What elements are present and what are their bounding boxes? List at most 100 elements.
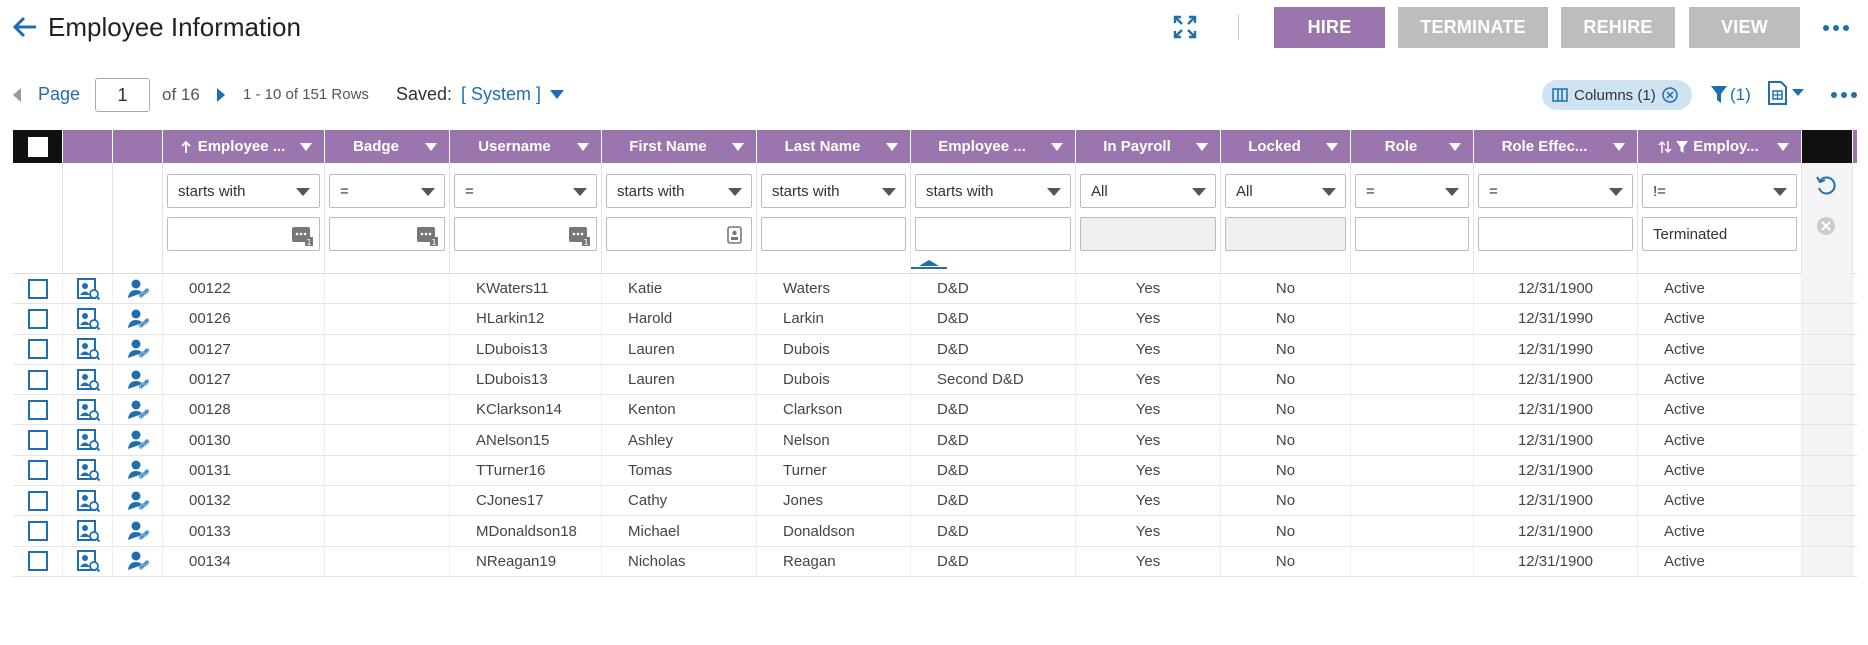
row-checkbox[interactable] xyxy=(27,430,48,451)
next-page-icon[interactable] xyxy=(216,88,226,102)
column-menu-caret-icon[interactable] xyxy=(1051,143,1063,151)
page-number-input[interactable] xyxy=(95,78,150,112)
lookup-list-icon[interactable]: 1 xyxy=(416,224,438,246)
row-checkbox[interactable] xyxy=(27,278,48,299)
column-header-locked[interactable]: Locked xyxy=(1221,130,1351,163)
column-menu-caret-icon[interactable] xyxy=(425,143,437,151)
filter-value-input[interactable]: 1 xyxy=(167,217,320,251)
employee-profile-icon[interactable] xyxy=(76,398,100,422)
filter-operator-select[interactable]: All xyxy=(1225,174,1346,208)
grid-more-options-icon[interactable] xyxy=(1830,88,1858,102)
filter-value-input[interactable] xyxy=(606,217,752,251)
table-row[interactable]: 00134 NReagan19 Nicholas Reagan D&D Yes No 12/3… xyxy=(13,546,1857,577)
columns-chip[interactable]: Columns (1) xyxy=(1542,80,1692,110)
table-row[interactable]: 00127 LDubois13 Lauren Dubois Second D&D Yes N… xyxy=(13,364,1857,396)
row-checkbox[interactable] xyxy=(27,551,48,572)
reset-filters-icon[interactable] xyxy=(1816,175,1836,197)
filter-operator-select[interactable]: starts with xyxy=(915,174,1071,208)
column-menu-caret-icon[interactable] xyxy=(886,143,898,151)
filter-operator-select[interactable]: != xyxy=(1642,174,1797,208)
column-header-last[interactable]: Last Name xyxy=(757,130,911,163)
lookup-list-icon[interactable]: 1 xyxy=(291,224,313,246)
user-link-icon[interactable] xyxy=(126,428,150,452)
row-checkbox[interactable] xyxy=(27,399,48,420)
table-row[interactable]: 00126 HLarkin12 Harold Larkin D&D Yes No 12/31/… xyxy=(13,304,1857,335)
saved-view-dropdown[interactable]: [ System ] xyxy=(461,84,541,105)
column-header-payroll[interactable]: In Payroll xyxy=(1076,130,1221,163)
lookup-list-icon[interactable]: 1 xyxy=(568,224,590,246)
user-link-icon[interactable] xyxy=(126,307,150,331)
back-arrow-icon[interactable] xyxy=(12,14,38,40)
row-checkbox[interactable] xyxy=(27,460,48,481)
table-row[interactable]: 00132 CJones17 Cathy Jones D&D Yes No 12/31/190… xyxy=(13,486,1857,517)
filter-operator-select[interactable]: = xyxy=(329,174,445,208)
table-row[interactable]: 00128 KClarkson14 Kenton Clarkson D&D Yes No 12… xyxy=(13,395,1857,426)
user-link-icon[interactable] xyxy=(126,458,150,482)
user-link-icon[interactable] xyxy=(126,398,150,422)
contact-card-icon[interactable] xyxy=(723,224,745,246)
employee-profile-icon[interactable] xyxy=(76,428,100,452)
filter-operator-select[interactable]: = xyxy=(1478,174,1633,208)
filter-toggle[interactable]: (1) xyxy=(1710,82,1751,108)
column-header-roleeff[interactable]: Role Effec... xyxy=(1474,130,1638,163)
table-row[interactable]: 00133 MDonaldson18 Michael Donaldson D&D Yes N… xyxy=(13,516,1857,547)
column-header-employee[interactable]: Employee ... xyxy=(163,130,325,163)
user-link-icon[interactable] xyxy=(126,519,150,543)
saved-view-caret-icon[interactable] xyxy=(550,90,564,99)
expand-icon[interactable] xyxy=(1172,14,1198,40)
column-header-status[interactable]: Employ... xyxy=(1638,130,1802,163)
filter-value-input[interactable]: 1 xyxy=(454,217,597,251)
row-checkbox[interactable] xyxy=(27,369,48,390)
filter-value-input[interactable] xyxy=(1355,217,1469,251)
column-header-username[interactable]: Username xyxy=(450,130,602,163)
user-link-icon[interactable] xyxy=(126,337,150,361)
user-link-icon[interactable] xyxy=(126,368,150,392)
employee-profile-icon[interactable] xyxy=(76,519,100,543)
employee-profile-icon[interactable] xyxy=(76,307,100,331)
more-options-icon[interactable] xyxy=(1822,20,1850,36)
filter-value-input[interactable] xyxy=(1478,217,1633,251)
row-checkbox[interactable] xyxy=(27,490,48,511)
filter-value-input[interactable] xyxy=(761,217,906,251)
terminate-button[interactable]: TERMINATE xyxy=(1398,7,1548,48)
hire-button[interactable]: HIRE xyxy=(1274,7,1385,48)
filter-operator-select[interactable]: starts with xyxy=(606,174,752,208)
filter-value-input[interactable]: Terminated xyxy=(1642,217,1797,251)
column-menu-caret-icon[interactable] xyxy=(1196,143,1208,151)
column-header-first[interactable]: First Name xyxy=(602,130,757,163)
employee-profile-icon[interactable] xyxy=(76,489,100,513)
column-menu-caret-icon[interactable] xyxy=(577,143,589,151)
employee-profile-icon[interactable] xyxy=(76,458,100,482)
select-all-checkbox[interactable] xyxy=(27,136,48,157)
column-menu-caret-icon[interactable] xyxy=(1777,143,1789,151)
remove-chip-icon[interactable] xyxy=(1661,87,1678,103)
employee-profile-icon[interactable] xyxy=(76,549,100,573)
filter-value-input[interactable]: 1 xyxy=(329,217,445,251)
column-header-emp2[interactable]: Employee ... xyxy=(911,130,1076,163)
rehire-button[interactable]: REHIRE xyxy=(1561,7,1675,48)
clear-filters-icon[interactable] xyxy=(1816,216,1836,236)
table-row[interactable]: 00127 LDubois13 Lauren Dubois D&D Yes No 12/31/… xyxy=(13,334,1857,365)
table-row[interactable]: 00122 KWaters11 Katie Waters D&D Yes No 12/31/1… xyxy=(13,274,1857,305)
employee-profile-icon[interactable] xyxy=(76,337,100,361)
employee-profile-icon[interactable] xyxy=(76,277,100,301)
row-checkbox[interactable] xyxy=(27,339,48,360)
row-checkbox[interactable] xyxy=(27,308,48,329)
column-menu-caret-icon[interactable] xyxy=(300,143,312,151)
filter-operator-select[interactable]: = xyxy=(1355,174,1469,208)
column-menu-caret-icon[interactable] xyxy=(1449,143,1461,151)
view-button[interactable]: VIEW xyxy=(1689,7,1800,48)
filter-operator-select[interactable]: = xyxy=(454,174,597,208)
prev-page-icon[interactable] xyxy=(12,88,22,102)
user-link-icon[interactable] xyxy=(126,277,150,301)
column-menu-caret-icon[interactable] xyxy=(1613,143,1625,151)
user-link-icon[interactable] xyxy=(126,489,150,513)
row-checkbox[interactable] xyxy=(27,521,48,542)
column-menu-caret-icon[interactable] xyxy=(1326,143,1338,151)
filter-value-input[interactable] xyxy=(915,217,1071,251)
column-header-role[interactable]: Role xyxy=(1351,130,1474,163)
filter-operator-select[interactable]: All xyxy=(1080,174,1216,208)
column-menu-caret-icon[interactable] xyxy=(732,143,744,151)
table-row[interactable]: 00130 ANelson15 Ashley Nelson D&D Yes No 12/31/… xyxy=(13,425,1857,456)
employee-profile-icon[interactable] xyxy=(76,368,100,392)
